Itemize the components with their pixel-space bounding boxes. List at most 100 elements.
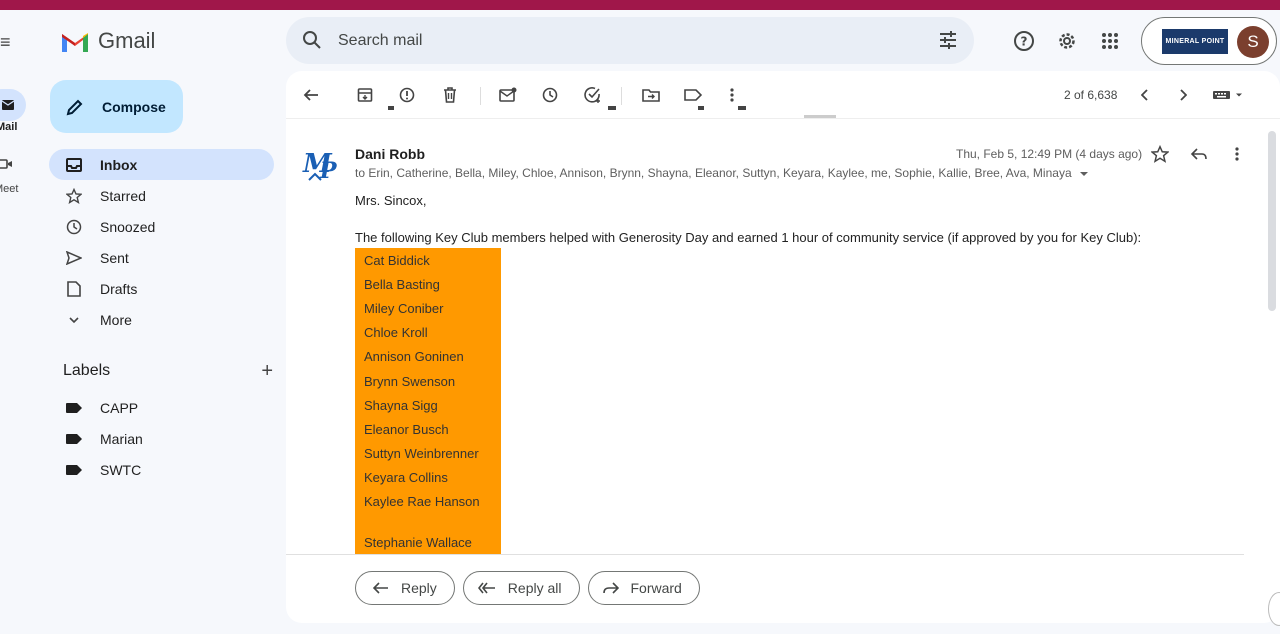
label-name: CAPP <box>100 399 139 416</box>
recipient-list[interactable]: to Erin, Catherine, Bella, Miley, Chloe,… <box>355 166 1089 180</box>
list-item: Brynn Swenson <box>364 373 456 389</box>
archive-icon[interactable] <box>355 85 375 105</box>
list-item: Suttyn Weinbrenner <box>364 446 479 462</box>
account-switcher[interactable]: MINERAL POINT S <box>1141 17 1277 65</box>
browser-top-strip <box>0 0 1280 10</box>
list-item: Chloe Kroll <box>364 325 428 341</box>
sidebar-item-label: Inbox <box>100 156 138 173</box>
labels-header: Labels + <box>63 361 273 381</box>
send-icon <box>66 250 82 266</box>
list-item: Shayna Sigg <box>364 397 438 413</box>
sidebar-item-inbox[interactable]: Inbox <box>49 149 274 180</box>
sidebar-item-more[interactable]: More <box>49 304 274 335</box>
sidebar-item-drafts[interactable]: Drafts <box>49 273 274 304</box>
app-rail: ≡ Mail Meet <box>0 10 38 634</box>
forward-button[interactable]: Forward <box>587 571 700 605</box>
forward-icon <box>602 582 619 594</box>
apps-grid-icon[interactable] <box>1098 29 1122 53</box>
sender-logo-icon: M P <box>302 149 338 184</box>
mail-icon <box>2 100 14 110</box>
inbox-icon <box>66 157 82 173</box>
rail-mail-label: Mail <box>0 121 18 133</box>
rail-meet-label: Meet <box>0 183 19 195</box>
draft-icon <box>66 280 82 297</box>
email-message: M P Dani Robb Thu, Feb 5, 12:49 PM (4 da… <box>286 120 1280 554</box>
sidebar-item-label: Drafts <box>100 280 138 297</box>
label-tag-icon[interactable] <box>683 85 703 105</box>
chevron-down-icon <box>66 312 82 328</box>
delete-icon[interactable] <box>440 85 460 105</box>
move-to-icon[interactable] <box>641 85 661 105</box>
scrollbar-thumb[interactable] <box>1268 131 1276 311</box>
label-icon <box>66 402 82 413</box>
rail-mail-button[interactable] <box>0 89 26 121</box>
back-arrow-icon[interactable] <box>301 85 321 105</box>
list-item: Keyara Collins <box>364 470 448 486</box>
body-greeting: Mrs. Sincox, <box>355 193 427 208</box>
subject-line-cut-off <box>388 106 836 118</box>
sidebar-item-label: Sent <box>100 249 129 266</box>
help-icon[interactable]: ? <box>1012 29 1036 53</box>
sender-name[interactable]: Dani Robb <box>355 146 425 162</box>
sidebar-item-snoozed[interactable]: Snoozed <box>49 211 274 242</box>
menu-icon[interactable]: ≡ <box>0 32 16 53</box>
search-icon[interactable] <box>302 30 322 50</box>
video-icon[interactable] <box>0 158 12 170</box>
list-item: Annison Goninen <box>364 349 464 365</box>
message-actions: Reply Reply all Forward <box>355 571 700 605</box>
highlighted-name-list: Cat Biddick Bella Basting Miley Coniber … <box>355 248 501 554</box>
list-item: Cat Biddick <box>364 252 430 268</box>
star-icon <box>66 187 82 204</box>
reply-icon[interactable] <box>1189 144 1209 164</box>
label-icon <box>66 433 82 444</box>
labels-title: Labels <box>63 362 111 379</box>
sidebar-item-label-capp[interactable]: CAPP <box>49 392 274 423</box>
list-item: Bella Basting <box>364 276 440 292</box>
sidebar-item-label: More <box>100 311 132 328</box>
gmail-logo[interactable]: Gmail <box>60 28 155 54</box>
svg-text:?: ? <box>1021 35 1028 49</box>
add-label-icon[interactable]: + <box>261 361 273 381</box>
compose-button[interactable]: Compose <box>50 80 183 133</box>
reply-all-button[interactable]: Reply all <box>462 571 580 605</box>
compose-label: Compose <box>102 98 166 115</box>
report-spam-icon[interactable] <box>397 85 417 105</box>
sidebar-item-label-marian[interactable]: Marian <box>49 423 274 454</box>
more-vert-icon[interactable] <box>722 85 742 105</box>
search-input[interactable] <box>338 17 898 64</box>
label-list: CAPP Marian SWTC <box>49 392 274 485</box>
settings-gear-icon[interactable] <box>1055 29 1079 53</box>
actions-divider <box>286 554 1244 555</box>
toolbar-divider <box>480 87 481 105</box>
mark-unread-icon[interactable] <box>498 85 518 105</box>
app-name: Gmail <box>98 28 156 53</box>
sidebar-item-sent[interactable]: Sent <box>49 242 274 273</box>
list-item: Stephanie Wallace <box>364 535 472 550</box>
search-options-icon[interactable] <box>938 30 958 50</box>
label-name: Marian <box>100 430 143 447</box>
input-tools-keyboard-icon[interactable] <box>1210 85 1246 105</box>
add-task-icon[interactable] <box>583 85 603 105</box>
snooze-clock-icon[interactable] <box>540 85 560 105</box>
star-message-icon[interactable] <box>1150 144 1170 164</box>
show-details-chevron-icon[interactable] <box>1079 171 1089 177</box>
avatar[interactable]: S <box>1237 26 1269 58</box>
toolbar-divider <box>621 87 622 105</box>
sidebar-item-label-swtc[interactable]: SWTC <box>49 454 274 485</box>
message-more-vert-icon[interactable] <box>1227 144 1247 164</box>
list-item: Kaylee Rae Hanson <box>364 494 480 510</box>
body-intro: The following Key Club members helped wi… <box>355 230 1142 245</box>
reply-all-icon <box>477 582 495 594</box>
sidebar-item-starred[interactable]: Starred <box>49 180 274 211</box>
older-chevron-right-icon[interactable] <box>1173 85 1193 105</box>
message-date: Thu, Feb 5, 12:49 PM (4 days ago) <box>956 147 1143 161</box>
newer-chevron-left-icon[interactable] <box>1135 85 1155 105</box>
page-count: 2 of 6,638 <box>1064 88 1118 102</box>
clock-icon <box>66 219 82 235</box>
sidebar-item-label: Snoozed <box>100 218 156 235</box>
sidebar-item-label: Starred <box>100 187 146 204</box>
reading-pane: 2 of 6,638 M P Dani Robb Thu, Feb 5, 12:… <box>286 71 1280 623</box>
search-bar <box>286 17 974 64</box>
svg-text:P: P <box>319 158 338 184</box>
reply-button[interactable]: Reply <box>355 571 455 605</box>
